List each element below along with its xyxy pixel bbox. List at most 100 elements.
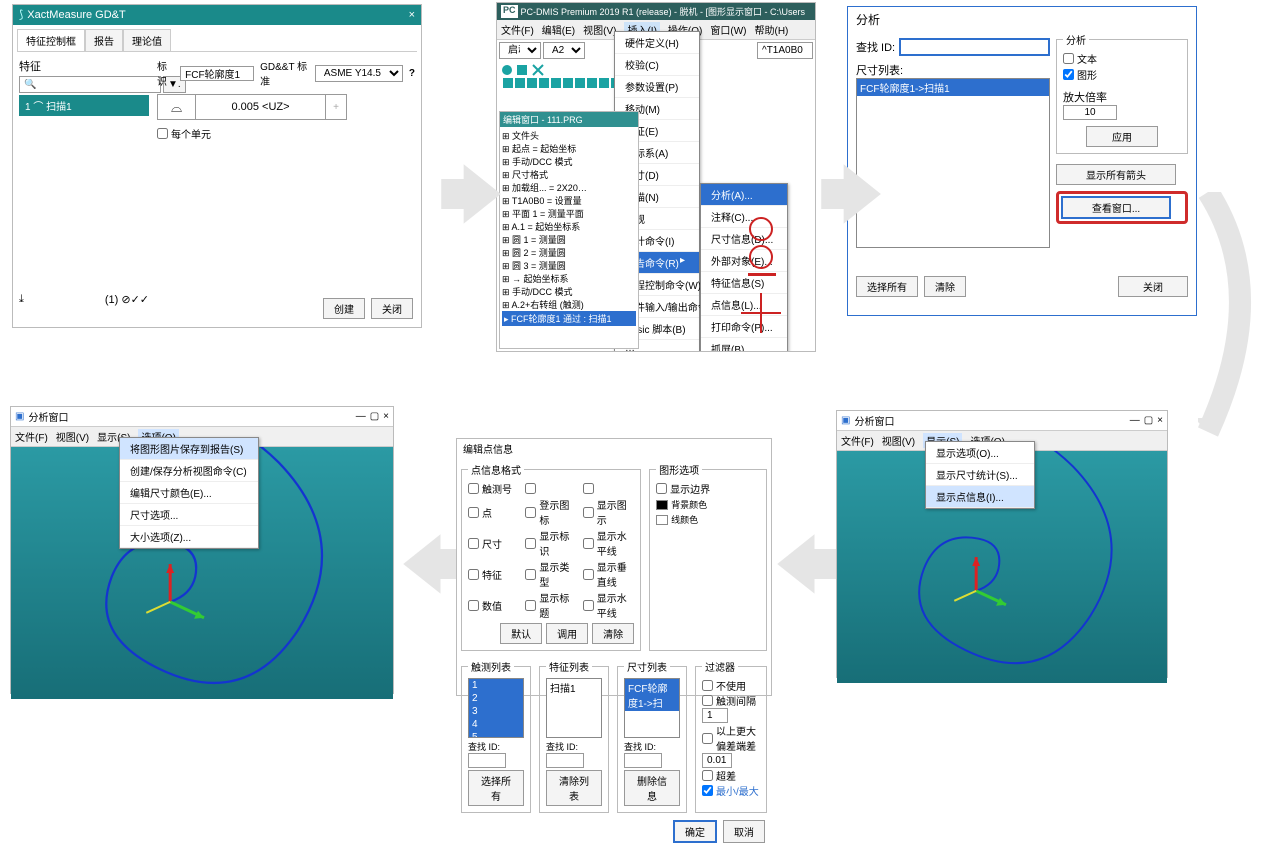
close-button[interactable]: 关闭 (1118, 276, 1188, 297)
tree-item[interactable]: ⊞ 圆 2 = 测量圆 (502, 246, 636, 259)
max-icon[interactable]: ▢ (370, 411, 379, 422)
om-save-graphic[interactable]: 将图形图片保存到报告(S) (120, 438, 258, 460)
maxdev-val[interactable] (702, 753, 732, 768)
fmt-checkbox[interactable]: 数值 (468, 590, 519, 620)
align-combo[interactable]: A2 (543, 42, 585, 59)
mag-input[interactable] (1063, 105, 1117, 120)
fmt-checkbox[interactable]: 登示图标 (525, 497, 576, 527)
find-id-input[interactable] (899, 38, 1050, 56)
menu-file[interactable]: 文件(F) (501, 22, 534, 37)
hit-item[interactable]: 2 (469, 692, 523, 705)
close-icon[interactable]: × (1157, 415, 1163, 426)
line-color-swatch[interactable] (656, 515, 668, 525)
mi-hardware[interactable]: 硬件定义(H) (615, 32, 699, 54)
oot-checkbox[interactable]: 超差 (702, 768, 736, 783)
hit-item[interactable]: 1 (469, 679, 523, 692)
edge-checkbox[interactable]: 显示边界 (656, 481, 710, 496)
tree-item[interactable]: ⊞ 文件头 (502, 129, 636, 142)
fmt-checkbox[interactable]: 触测号 (468, 481, 519, 496)
menu-view[interactable]: 视图(V) (882, 433, 915, 448)
tree-item[interactable]: ⊞ T1A0B0 = 设置量 (502, 194, 636, 207)
help-icon[interactable]: ? (409, 68, 415, 79)
select-all-button[interactable]: 选择所有 (468, 770, 524, 806)
tree-item[interactable]: ⊞ 起点 = 起始坐标 (502, 142, 636, 155)
feat-item[interactable]: 扫描1 (547, 679, 601, 696)
sm-show-ptinfo[interactable]: 显示点信息(I)... (926, 486, 1034, 508)
fmt-checkbox[interactable]: 显示标题 (525, 590, 576, 620)
feature-icons[interactable] (499, 61, 619, 99)
menu-edit[interactable]: 编辑(E) (542, 22, 575, 37)
menu-view[interactable]: 视图(V) (583, 22, 616, 37)
dim-find[interactable] (624, 753, 662, 768)
feature-row-selected[interactable]: 1 ⌒ 扫描1 (19, 95, 149, 116)
om-edit-colors[interactable]: 编辑尺寸颜色(E)... (120, 482, 258, 504)
fmt-checkbox[interactable]: 尺寸 (468, 528, 519, 558)
feat-find[interactable] (546, 753, 584, 768)
apply-button[interactable]: 应用 (1086, 126, 1158, 147)
graph-checkbox[interactable]: 图形 (1063, 67, 1097, 82)
tree-item-selected[interactable]: ▸ FCF轮廓度1 通过 : 扫描1 (502, 311, 636, 326)
dim-item[interactable]: FCF轮廓度1->扫 (625, 679, 679, 711)
profile-symbol[interactable]: ⌓ (158, 95, 196, 119)
tree-item[interactable]: ⊞ 圆 3 = 测量圆 (502, 259, 636, 272)
tab-fcf[interactable]: 特征控制框 (17, 29, 85, 51)
min-icon[interactable]: — (356, 411, 366, 422)
add-datum-button[interactable]: + (326, 95, 346, 119)
sort-icon[interactable]: ⤓ (19, 293, 24, 306)
cancel-button[interactable]: 取消 (723, 820, 765, 843)
fmt-checkbox[interactable]: 显示垂直线 (583, 559, 634, 589)
close-icon[interactable]: × (409, 5, 415, 25)
tree-item[interactable]: ⊞ A.1 = 起始坐标系 (502, 220, 636, 233)
hit-item[interactable]: 5 (469, 731, 523, 738)
clear-button[interactable]: 清除 (592, 623, 634, 644)
fmt-checkbox[interactable]: 显示水平线 (583, 590, 634, 620)
text-checkbox[interactable]: 文本 (1063, 51, 1097, 66)
om-dim-opts[interactable]: 尺寸选项... (120, 504, 258, 526)
max-icon[interactable]: ▢ (1144, 415, 1153, 426)
fmt-checkbox[interactable]: 点 (468, 497, 519, 527)
sm-snap[interactable]: 抓屏(B) (701, 338, 787, 352)
fmt-checkbox[interactable] (525, 481, 576, 496)
nofilter-checkbox[interactable]: 不使用 (702, 678, 746, 693)
menu-help[interactable]: 帮助(H) (754, 22, 788, 37)
menu-view[interactable]: 视图(V) (56, 429, 89, 444)
om-save-cmd[interactable]: 创建/保存分析视图命令(C) (120, 460, 258, 482)
hit-list[interactable]: 12345678 (468, 678, 524, 738)
dim-list[interactable]: FCF轮廓度1->扫描1 (856, 78, 1050, 248)
per-unit-checkbox[interactable]: 每个单元 (157, 126, 211, 141)
menu-window[interactable]: 窗口(W) (710, 22, 746, 37)
create-button[interactable]: 创建 (323, 298, 365, 319)
fmt-checkbox[interactable] (583, 481, 634, 496)
clear-button[interactable]: 清除 (924, 276, 966, 297)
menu-file[interactable]: 文件(F) (841, 433, 874, 448)
view-window-button[interactable]: 查看窗口... (1061, 196, 1171, 219)
fmt-checkbox[interactable]: 显示标识 (525, 528, 576, 558)
launch-combo[interactable]: 启动 (499, 42, 541, 59)
min-icon[interactable]: — (1130, 415, 1140, 426)
close-icon[interactable]: × (383, 411, 389, 422)
feat-list[interactable]: 扫描1 (546, 678, 602, 738)
show-arrows-button[interactable]: 显示所有箭头 (1056, 164, 1176, 185)
tree-item[interactable]: ⊞ A.2+右转组 (触测) (502, 298, 636, 311)
id-input[interactable] (180, 66, 254, 81)
tree-item[interactable]: ⊞ 尺寸格式 (502, 168, 636, 181)
sm-show-opt[interactable]: 显示选项(O)... (926, 442, 1034, 464)
om-size-opts[interactable]: 大小选项(Z)... (120, 526, 258, 548)
close-button[interactable]: 关闭 (371, 298, 413, 319)
mi-calibrate[interactable]: 校验(C) (615, 54, 699, 76)
fmt-checkbox[interactable]: 显示图示 (583, 497, 634, 527)
minmax-checkbox[interactable]: 最小/最大 (702, 783, 759, 798)
fmt-checkbox[interactable]: 特征 (468, 559, 519, 589)
bg-color-swatch[interactable] (656, 500, 668, 510)
maxdev-checkbox[interactable]: 以上更大偏差端差 (702, 723, 760, 753)
tree-item[interactable]: ⊞ 手动/DCC 模式 (502, 155, 636, 168)
delete-info-button[interactable]: 删除信息 (624, 770, 680, 806)
hit-item[interactable]: 3 (469, 705, 523, 718)
tab-theo[interactable]: 理论值 (123, 29, 171, 51)
menu-file[interactable]: 文件(F) (15, 429, 48, 444)
sm-show-stats[interactable]: 显示尺寸统计(S)... (926, 464, 1034, 486)
dim-item[interactable]: FCF轮廓度1->扫描1 (857, 79, 1049, 96)
mi-param[interactable]: 参数设置(P) (615, 76, 699, 98)
tree-item[interactable]: ⊞ 平面 1 = 测量平面 (502, 207, 636, 220)
hitint-checkbox[interactable]: 触测间隔 (702, 693, 756, 708)
